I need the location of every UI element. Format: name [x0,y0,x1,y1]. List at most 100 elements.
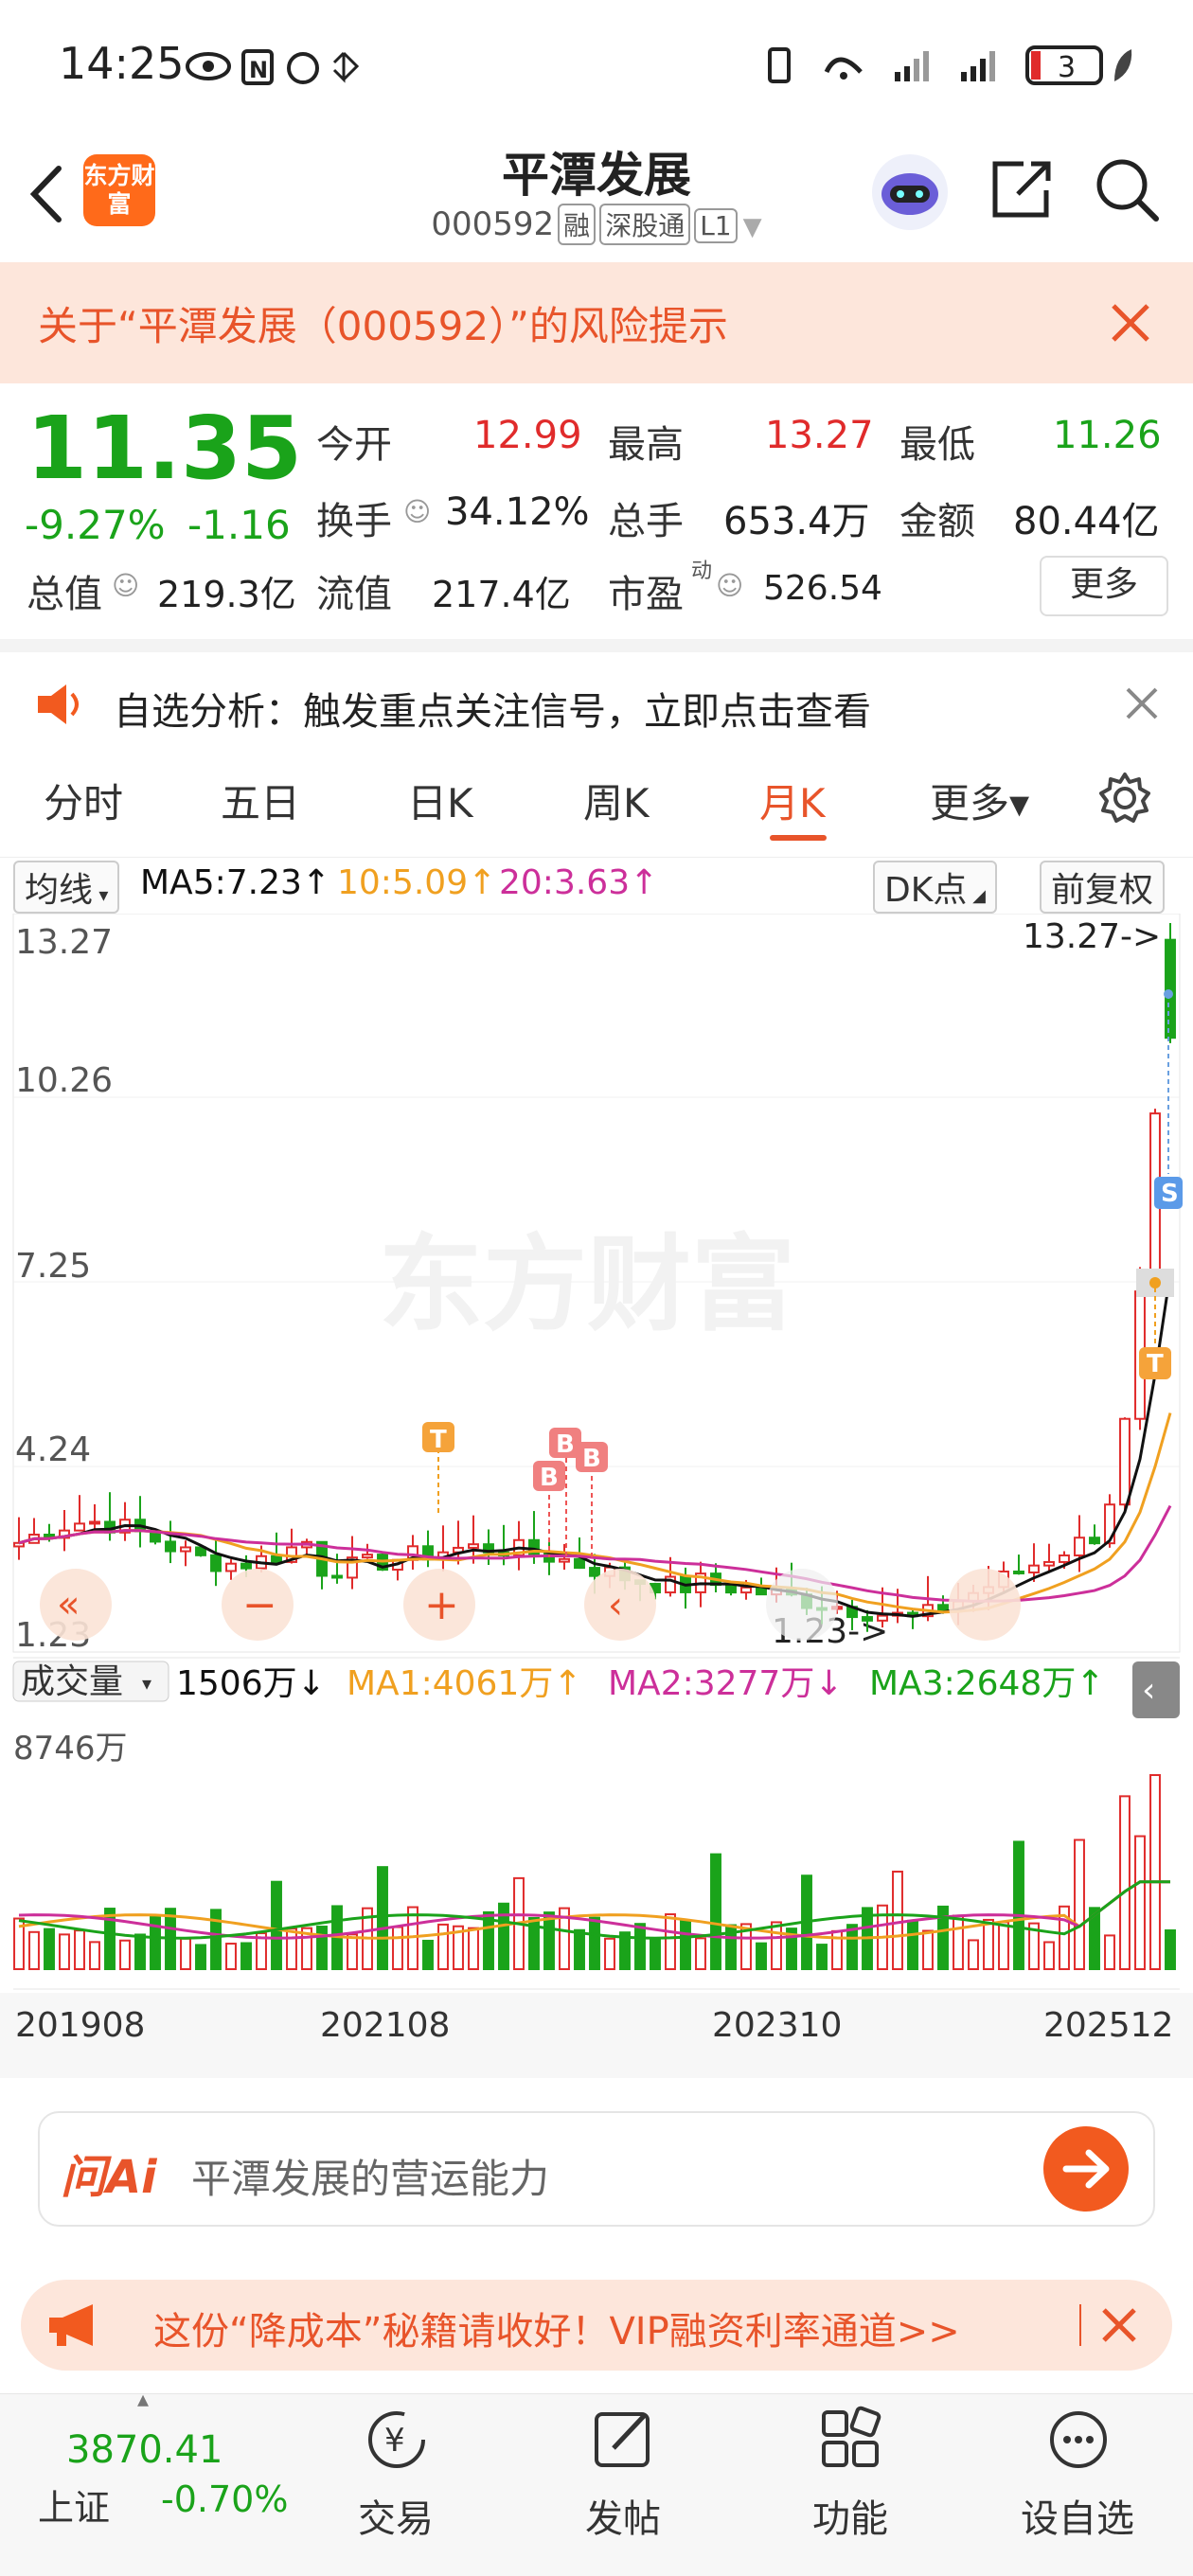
close-icon[interactable] [1100,2306,1138,2344]
volume-bar [634,1923,646,1971]
vol-ma2: MA2:3277万↓ [608,1664,844,1703]
megaphone-icon [49,2304,93,2346]
y-label-3: 7.25 [15,1247,91,1286]
robot-avatar-icon[interactable] [869,151,951,233]
candle [165,1540,176,1553]
nav-post[interactable]: 发帖 [547,2488,699,2543]
candle [331,1574,343,1579]
nav-trade[interactable]: 交易 [320,2488,472,2543]
tab-more[interactable]: 更多▾ [930,772,1029,829]
y-label-max: 13.27 [15,923,113,962]
volume-bar [846,1924,858,1970]
volume-bar [134,1933,146,1971]
risk-banner[interactable]: 关于“平潭发展（000592）”的风险提示 [0,262,1193,383]
pe-label: 市盈 [608,573,684,616]
search-icon[interactable] [1094,156,1160,222]
more-button[interactable]: 更多 [1040,556,1168,616]
volume-bar [89,1941,100,1970]
close-icon[interactable] [1125,686,1159,720]
collapse-panel-button[interactable] [1132,1661,1180,1718]
svg-text:¥: ¥ [384,2422,405,2460]
close-icon[interactable] [1110,302,1151,344]
ma-select-label: 均线 [25,871,94,910]
volume-bar [422,1939,434,1971]
tab-intraday[interactable]: 分时 [44,772,123,829]
promo-text: 这份“降成本”秘籍请收好！VIP融资利率通道>> [153,2310,960,2354]
stock-code: 000592 [431,205,555,243]
volume-bar [1119,1795,1131,1970]
analysis-text: 自选分析：触发重点关注信号，立即点击查看 [114,690,871,734]
share-icon[interactable] [989,156,1056,222]
volume-bar [771,1921,782,1970]
high-label: 最高 [608,423,684,467]
kline-chart[interactable]: 东方财富 13.27 10.26 7.25 4.24 1.23 13.27-> … [0,914,1193,2078]
candle [740,1586,752,1594]
volume-bar [28,1930,40,1970]
tab-monthly-k[interactable]: 月K [759,772,826,829]
candle [362,1554,373,1559]
volume-bar [59,1933,70,1970]
tab-daily-k[interactable]: 日K [407,772,473,829]
candle [271,1554,282,1563]
ask-ai-input[interactable]: 平潭发展的营运能力 [191,2147,549,2205]
minus-icon: − [242,1581,277,1629]
info-icon[interactable]: ☺ [403,496,431,527]
candle [210,1554,222,1572]
ask-ai-bar[interactable]: 问Ai 平潭发展的营运能力 [38,2111,1155,2227]
current-price: 11.35 [27,398,303,499]
chevron-down-icon: ▼ [742,213,762,241]
info-icon[interactable]: ☺ [112,570,139,601]
index-value[interactable]: 3870.41 [66,2428,223,2472]
volume-bar [922,1929,934,1971]
submit-button[interactable] [1043,2126,1129,2212]
tag-level: L1 [694,208,738,243]
ma-select[interactable]: 均线 ▾ [13,861,120,914]
fast-forward-button[interactable] [949,1569,1021,1641]
volume-bar [498,1902,509,1971]
volume-bar [119,1939,131,1970]
analysis-bar[interactable]: 自选分析：触发重点关注信号，立即点击查看 [0,639,1193,756]
signal-b: B [582,1445,601,1473]
apps-icon[interactable] [816,2405,886,2475]
low-label: 最低 [899,423,975,467]
gear-icon[interactable] [1098,772,1151,825]
volume-bar [437,1923,449,1970]
volume-bar [816,1944,828,1971]
nav-add-watchlist[interactable]: 设自选 [1002,2488,1153,2543]
volume-bar [1165,1929,1176,1970]
x-label: 202310 [712,2006,842,2045]
tab-weekly-k[interactable]: 周K [583,772,650,829]
adjust-button[interactable]: 前复权 [1040,861,1166,914]
candle [1013,1570,1024,1574]
ma5-value: MA5:7.23↑ [140,863,331,902]
volume-bar [180,1937,191,1970]
status-icons-left: N [186,49,360,85]
dk-point-button[interactable]: DK点 ◢ [873,861,997,914]
candle [1028,1564,1040,1573]
info-icon[interactable]: ☺ [716,570,743,601]
volume-bar [543,1911,555,1970]
promo-banner[interactable]: 这份“降成本”秘籍请收好！VIP融资利率通道>> [21,2280,1172,2371]
volume-select[interactable]: 成交量 [21,1662,123,1701]
volume-value: 653.4万 [723,500,870,543]
candle [862,1616,873,1622]
mktcap-value: 219.3亿 [157,574,296,615]
step-right-button[interactable] [766,1569,838,1641]
tab-five-day[interactable]: 五日 [221,772,300,829]
more-dots-icon[interactable] [1043,2405,1113,2475]
open-value: 12.99 [473,414,582,457]
change-amount: -1.16 [187,502,291,548]
trade-icon[interactable]: ¥ [362,2405,432,2475]
volume-bar [74,1929,85,1970]
candle [1104,1503,1115,1545]
volume-bar [1149,1774,1161,1970]
candle [574,1557,585,1570]
amount-value: 80.44亿 [1013,500,1160,543]
volume-bar [1104,1934,1115,1970]
pe-superscript: 动 [691,560,713,583]
tag-connect: 深股通 [599,204,691,245]
candle [1119,1417,1131,1506]
max-marker: 13.27-> [1023,917,1161,956]
nav-functions[interactable]: 功能 [775,2488,926,2543]
post-icon[interactable] [589,2405,659,2475]
